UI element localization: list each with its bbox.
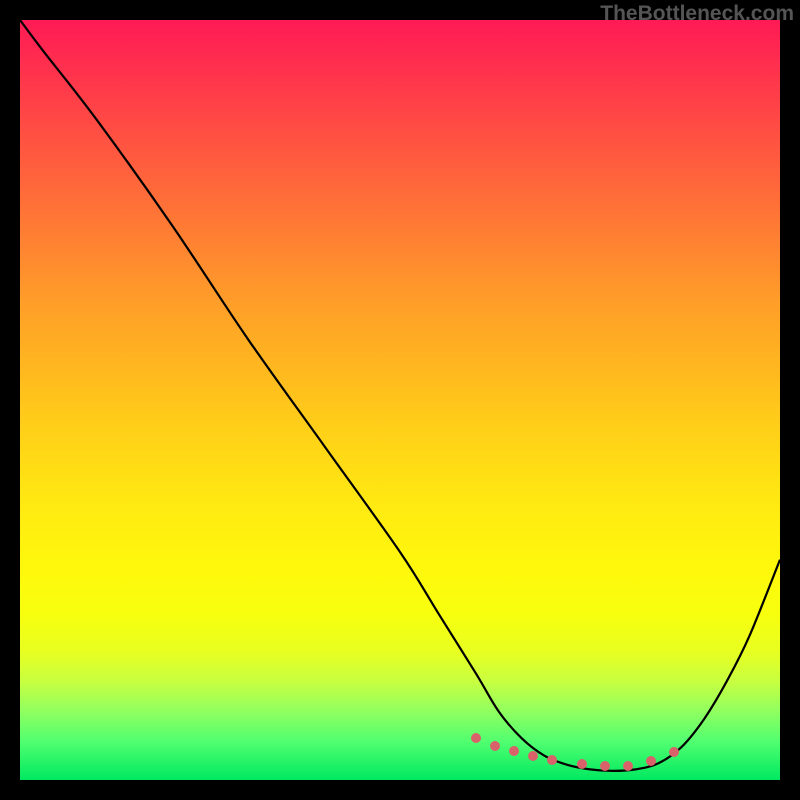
marker-dot xyxy=(577,759,587,769)
marker-dot xyxy=(646,756,656,766)
marker-dot xyxy=(623,761,633,771)
chart-frame: TheBottleneck.com xyxy=(0,0,800,800)
marker-dot xyxy=(547,755,557,765)
marker-dot xyxy=(490,741,500,751)
marker-dot xyxy=(509,746,519,756)
marker-dot xyxy=(471,733,481,743)
marker-dot xyxy=(600,761,610,771)
marker-dot xyxy=(528,751,538,761)
marker-dot xyxy=(669,747,679,757)
marker-dots xyxy=(20,20,780,780)
watermark-text: TheBottleneck.com xyxy=(600,2,794,26)
